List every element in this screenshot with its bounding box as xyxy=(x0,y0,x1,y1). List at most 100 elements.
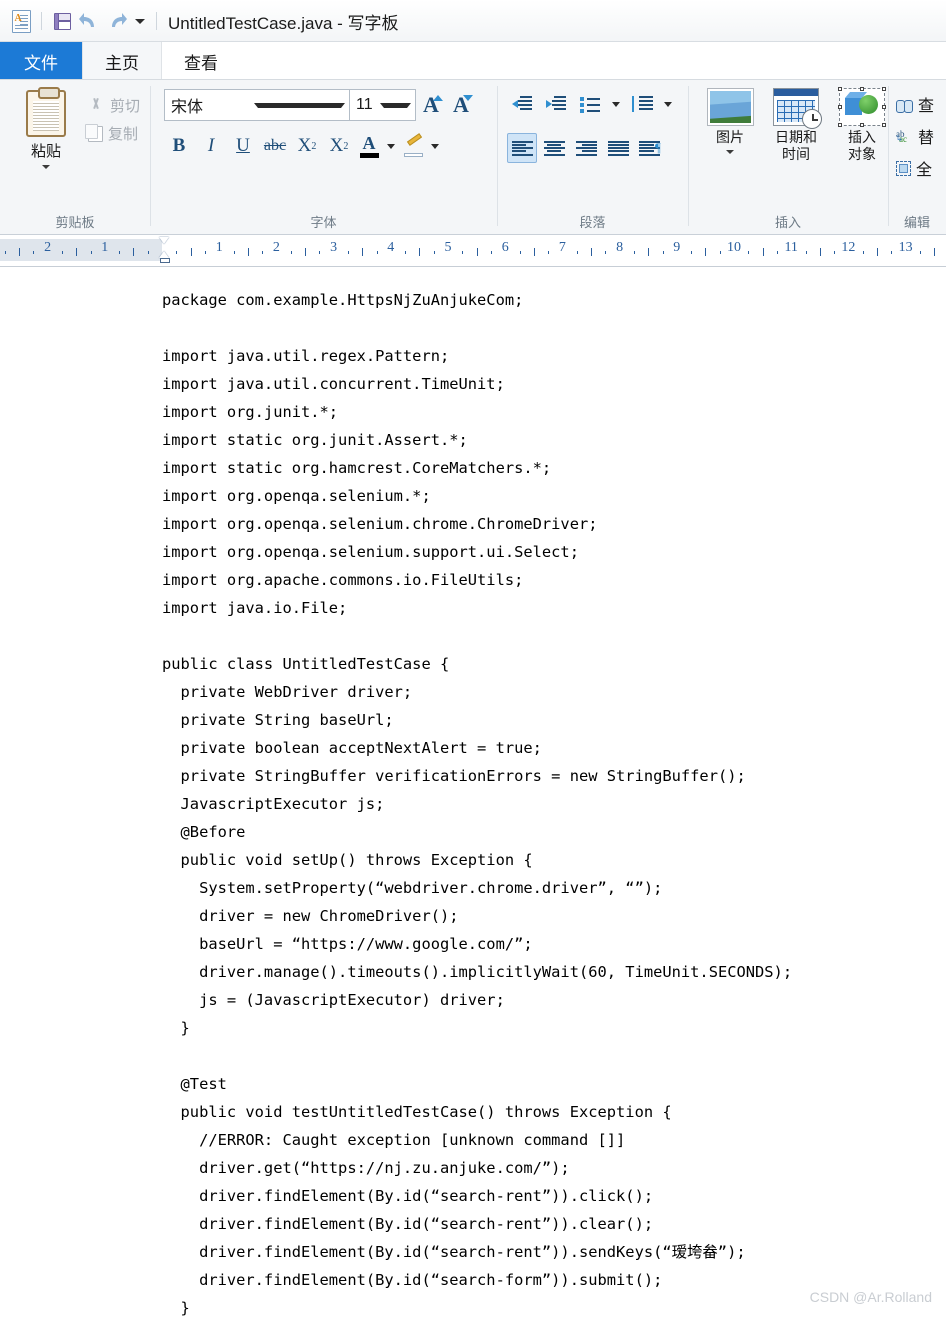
code-line: import java.util.concurrent.TimeUnit; xyxy=(162,375,505,393)
ruler-tick xyxy=(891,251,893,254)
grow-font-button[interactable]: A xyxy=(416,89,446,121)
line-spacing-button[interactable] xyxy=(627,89,657,119)
highlighter-pen-icon xyxy=(405,136,422,151)
justify-button[interactable] xyxy=(603,133,633,163)
align-left-button[interactable] xyxy=(507,133,537,163)
tab-file[interactable]: 文件 xyxy=(0,42,82,80)
title-separator-1 xyxy=(41,12,42,30)
chevron-down-icon[interactable] xyxy=(42,165,50,169)
copy-button[interactable]: 复制 xyxy=(85,123,140,144)
ruler-tick xyxy=(548,251,550,254)
code-line: driver.findElement(By.id(“search-rent”))… xyxy=(162,1187,654,1205)
ruler-tick xyxy=(691,251,693,254)
find-button[interactable]: 查 xyxy=(896,92,934,116)
increase-indent-button[interactable] xyxy=(541,89,571,119)
underline-button[interactable]: U xyxy=(228,131,258,161)
select-all-button[interactable]: 全 xyxy=(896,156,934,180)
indent-marker[interactable] xyxy=(159,237,170,263)
code-line: private boolean acceptNextAlert = true; xyxy=(162,739,542,757)
shrink-font-button[interactable]: A xyxy=(446,89,476,121)
calendar-clock-icon xyxy=(773,88,822,129)
ribbon: 粘贴 剪切 复制 剪贴板 宋体 11 A A B I U abc X 2 X 2… xyxy=(0,80,946,235)
ruler-tick xyxy=(19,248,20,256)
cut-button[interactable]: 剪切 xyxy=(88,95,140,116)
insert-picture-button[interactable]: 图片 xyxy=(700,88,760,163)
customize-qat-icon[interactable] xyxy=(131,8,149,34)
ribbon-group-insert: 图片 日期和 时间 插入 对象 插入 xyxy=(688,80,888,234)
font-name-value: 宋体 xyxy=(171,99,204,116)
code-line: driver.findElement(By.id(“search-rent”))… xyxy=(162,1243,746,1261)
highlight-button[interactable] xyxy=(400,130,426,162)
undo-icon[interactable] xyxy=(75,7,103,35)
line-spacing-chevron-down-icon[interactable] xyxy=(661,88,675,120)
watermark: CSDN @Ar.Rolland xyxy=(809,1289,932,1305)
ruler-label: 4 xyxy=(387,240,395,255)
ruler-tick xyxy=(247,248,249,256)
datetime-label-line1: 日期和 xyxy=(775,129,817,145)
code-text[interactable]: package com.example.HttpsNjZuAnjukeCom; i… xyxy=(162,286,946,1319)
tab-home[interactable]: 主页 xyxy=(82,42,162,80)
decrease-indent-button[interactable] xyxy=(507,89,537,119)
title-bar: UntitledTestCase.java - 写字板 xyxy=(0,0,946,42)
align-center-button[interactable] xyxy=(539,133,569,163)
text-color-button[interactable]: A xyxy=(356,130,382,162)
ruler-tick xyxy=(862,251,864,254)
tab-view[interactable]: 查看 xyxy=(162,42,240,80)
ribbon-group-clipboard: 粘贴 剪切 复制 剪贴板 xyxy=(0,80,150,234)
app-document-icon[interactable] xyxy=(8,8,34,34)
save-icon[interactable] xyxy=(49,8,75,34)
superscript-button[interactable]: X2 xyxy=(324,131,354,161)
superscript-base: X xyxy=(329,135,344,156)
strikethrough-button[interactable]: abc xyxy=(260,131,290,161)
ruler-label: 1 xyxy=(215,240,223,255)
ribbon-group-editing: 查 ab ac ↳ 替 全 编辑 xyxy=(888,80,946,234)
highlight-chevron-down-icon[interactable] xyxy=(428,130,442,162)
bold-button[interactable]: B xyxy=(164,131,194,161)
decrease-indent-icon xyxy=(512,96,532,112)
ruler-tick xyxy=(90,251,92,254)
ruler-tick xyxy=(133,248,135,256)
align-left-icon xyxy=(511,140,533,156)
redo-icon[interactable] xyxy=(103,7,131,35)
ruler-tick xyxy=(748,251,750,254)
text-color-chevron-down-icon[interactable] xyxy=(384,130,398,162)
ruler-tick xyxy=(476,248,478,256)
bullets-chevron-down-icon[interactable] xyxy=(609,88,623,120)
font-size-combobox[interactable]: 11 xyxy=(350,89,416,121)
code-line: public class UntitledTestCase { xyxy=(162,655,450,673)
datetime-label-line2: 时间 xyxy=(782,146,810,162)
picture-icon xyxy=(706,88,754,126)
paste-button[interactable]: 粘贴 xyxy=(8,86,84,169)
bulleted-list-icon xyxy=(580,96,600,113)
bullets-button[interactable] xyxy=(575,89,605,119)
ruler-tick xyxy=(433,251,435,254)
code-line: JavascriptExecutor js; xyxy=(162,795,385,813)
ruler[interactable]: 2 1 1 2 3 4 5 6 7 8 9 10 11 12 13 xyxy=(0,235,946,267)
document-canvas[interactable]: package com.example.HttpsNjZuAnjukeCom; i… xyxy=(0,270,946,1319)
font-name-combobox[interactable]: 宋体 xyxy=(164,89,350,121)
insert-datetime-button[interactable]: 日期和 时间 xyxy=(766,88,826,163)
ruler-tick xyxy=(419,248,421,256)
align-right-icon xyxy=(575,140,597,156)
ruler-tick xyxy=(33,251,35,254)
ruler-label: 11 xyxy=(784,240,798,255)
italic-button[interactable]: I xyxy=(196,131,226,161)
chevron-down-icon[interactable] xyxy=(254,102,345,108)
insert-object-button[interactable]: 插入 对象 xyxy=(832,87,892,163)
ruler-tick xyxy=(290,251,292,254)
chevron-down-icon[interactable] xyxy=(726,150,734,154)
ruler-tick xyxy=(776,251,778,254)
replace-icon: ab ac ↳ xyxy=(896,128,907,144)
code-line: import org.openqa.selenium.support.ui.Se… xyxy=(162,543,579,561)
paragraph-marks-button[interactable]: ¶ xyxy=(635,133,665,163)
increase-indent-icon xyxy=(546,96,566,112)
chevron-down-icon[interactable] xyxy=(379,102,411,108)
replace-button[interactable]: ab ac ↳ 替 xyxy=(896,124,934,148)
ruler-tick xyxy=(190,248,192,256)
subscript-index: 2 xyxy=(311,140,317,152)
ruler-tick xyxy=(633,251,635,254)
subscript-button[interactable]: X2 xyxy=(292,131,322,161)
code-line: @Before xyxy=(162,823,246,841)
align-right-button[interactable] xyxy=(571,133,601,163)
